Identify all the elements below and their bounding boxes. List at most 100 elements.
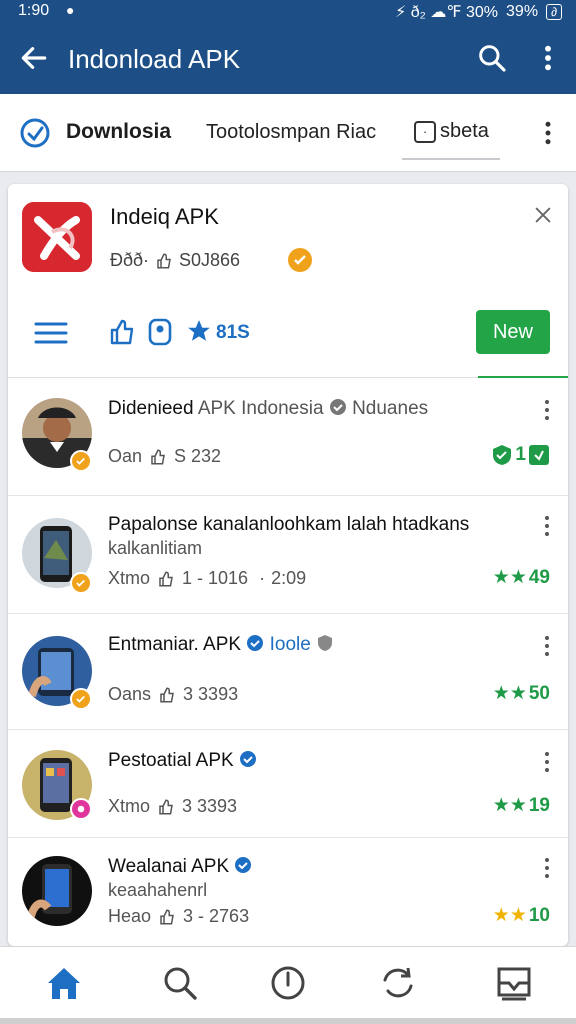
battery-icon: ∂ [546, 4, 562, 20]
featured-meta-count: S0J866 [179, 250, 241, 270]
meta-left: Oans [108, 684, 152, 704]
like-outline-icon [157, 252, 171, 268]
app-list-card: Indeiq APK Ððð· S0J866 81S New Didenieed… [8, 184, 568, 946]
star-icon: ★★ [492, 905, 527, 926]
featured-app[interactable]: Indeiq APK Ððð· S0J866 81S New [8, 184, 568, 378]
status-icons: ⚡ ð₂ ☁℉ 30% [395, 4, 499, 21]
star-icon: ★★ [492, 795, 527, 816]
new-button[interactable]: New [476, 310, 550, 354]
more-vertical-icon[interactable] [538, 42, 558, 74]
home-icon[interactable] [44, 963, 84, 1003]
avatar [22, 856, 92, 926]
search-icon[interactable] [476, 42, 508, 74]
list-item-subtitle: keaahahenrl [108, 880, 208, 900]
tab-indicator [402, 158, 500, 160]
more-vertical-icon[interactable] [542, 750, 552, 774]
featured-meta: Ððð· S0J866 [110, 250, 240, 271]
list-item-title: Pestoatial APK [108, 750, 257, 772]
arrow-box-icon [529, 445, 549, 465]
rating-value: 1 [515, 444, 526, 465]
title-main: Pestoatial APK [108, 750, 234, 771]
clock-box-icon: · [414, 121, 436, 143]
tab-tootolosmpan[interactable]: Tootolosmpan Riac [206, 121, 376, 144]
more-vertical-icon[interactable] [542, 634, 552, 658]
list-item-title: Didenieed APK Indonesia Nduanes [108, 398, 428, 420]
more-vertical-icon[interactable] [542, 514, 552, 538]
list-item[interactable]: Papalonse kanalanloohkam lalah htadkans … [8, 496, 568, 614]
meta-extra: 2:09 [271, 568, 307, 588]
tab-bar: Downlosia Tootolosmpan Riac · sbeta [0, 94, 576, 172]
list-item-rating: 1 [491, 444, 550, 466]
list-item-meta: Heao 3 - 2763 [108, 906, 249, 927]
app-logo-icon [22, 202, 92, 272]
battery-percent: 39% [506, 3, 539, 20]
more-vertical-icon[interactable] [542, 856, 552, 880]
like-outline-icon [160, 686, 174, 702]
list-item-title: Wealanai APK [108, 856, 252, 878]
list-item[interactable]: Wealanai APK keaahahenrl Heao 3 - 2763 ★… [8, 838, 568, 946]
rating-value: 50 [528, 682, 550, 704]
list-item-title: Entmaniar. APK Ioole [108, 634, 334, 656]
verified-blue-icon [247, 635, 264, 651]
title-main: Wealanai APK [108, 856, 230, 877]
tab-sbeta[interactable]: sbeta [440, 120, 489, 143]
list-item-rating: ★★ 19 [493, 794, 550, 817]
user-badge-icon[interactable] [148, 318, 172, 346]
meta-left: Heao [108, 906, 152, 926]
meta-left: Xtmo [108, 796, 151, 816]
download-badge-icon [20, 118, 50, 148]
verified-badge-icon [70, 572, 92, 594]
list-item[interactable]: Didenieed APK Indonesia Nduanes Oan S 23… [8, 378, 568, 496]
verified-badge-icon [70, 688, 92, 710]
verified-badge-icon [70, 450, 92, 472]
star-icon: ★★ [492, 683, 527, 704]
star-icon: ★★ [492, 567, 527, 588]
list-item-meta: Xtmo 3 3393 [108, 796, 237, 817]
star-icon [188, 320, 210, 341]
inbox-icon[interactable] [494, 963, 534, 1003]
notification-badge-icon [70, 798, 92, 820]
more-vertical-icon[interactable] [542, 398, 552, 422]
featured-title: Indeiq APK [110, 204, 219, 229]
home-indicator [0, 1018, 576, 1024]
like-outline-icon [159, 798, 173, 814]
list-item[interactable]: Entmaniar. APK Ioole Oans 3 3393 ★★ 50 [8, 614, 568, 730]
title-suffix: APK Indonesia [197, 398, 324, 419]
menu-icon[interactable] [34, 320, 68, 346]
rating-value: 10 [528, 904, 550, 926]
title-tag: Ioole [269, 634, 311, 655]
verified-blue-icon [235, 857, 252, 873]
title-main: Didenieed [108, 398, 194, 419]
list-item-rating: ★★ 49 [493, 566, 550, 589]
refresh-icon[interactable] [378, 963, 418, 1003]
tab-downloads[interactable]: Downlosia [66, 120, 171, 144]
list-item-title: Papalonse kanalanloohkam lalah htadkans [108, 514, 470, 535]
list-item[interactable]: Pestoatial APK Xtmo 3 3393 ★★ 19 [8, 730, 568, 838]
compass-icon[interactable] [268, 963, 308, 1003]
status-indicators: ⚡ ð₂ ☁℉ 30% 39% ∂ [395, 2, 562, 22]
verified-badge-icon [288, 248, 312, 272]
title-tag: Nduanes [352, 398, 429, 419]
meta-right: 3 3393 [182, 796, 238, 816]
more-vertical-icon[interactable] [538, 118, 558, 148]
featured-meta-prefix: Ððð· [110, 250, 150, 270]
meta-left: Oan [108, 446, 143, 466]
title-main: Entmaniar. APK [108, 634, 242, 655]
meta-right: 1 - 1016 [182, 568, 249, 588]
meta-right: 3 - 2763 [183, 906, 250, 926]
rating-value: 49 [528, 566, 550, 588]
featured-rating: 81S [216, 322, 250, 343]
list-item-subtitle: kalkanlitiam [108, 538, 203, 558]
like-outline-icon [151, 448, 165, 464]
app-bar: Indonload APK [0, 22, 576, 94]
close-icon[interactable] [532, 204, 554, 226]
list-item-meta: Xtmo 1 - 1016 · 2:09 [108, 568, 306, 589]
notification-icon: ● [66, 2, 75, 18]
search-icon[interactable] [160, 963, 200, 1003]
thumbs-up-icon[interactable] [108, 318, 136, 346]
meta-right: 3 3393 [183, 684, 239, 704]
bottom-nav [0, 946, 576, 1024]
back-arrow-icon[interactable] [18, 42, 50, 74]
page-title: Indonload APK [68, 44, 241, 74]
status-bar: 1:90 ● ⚡ ð₂ ☁℉ 30% 39% ∂ [0, 0, 576, 22]
